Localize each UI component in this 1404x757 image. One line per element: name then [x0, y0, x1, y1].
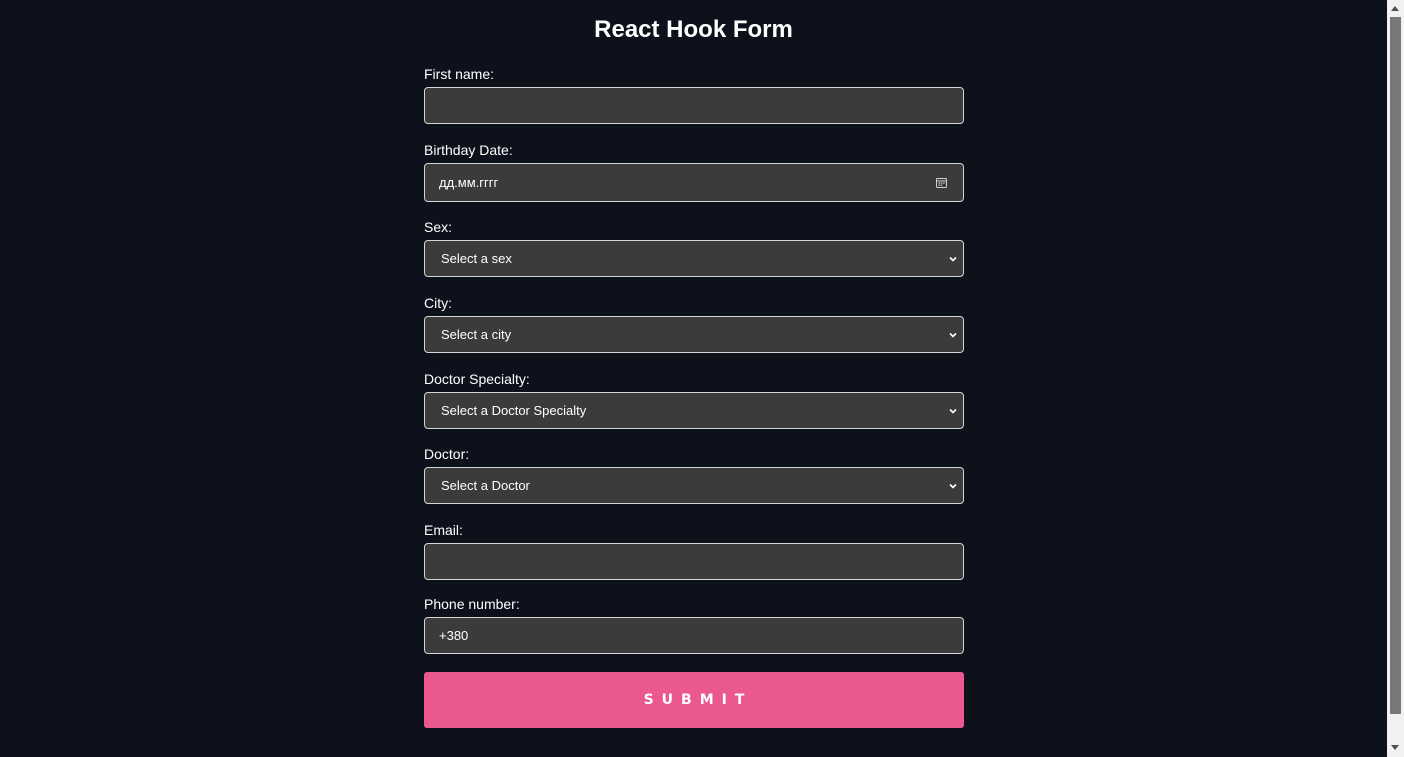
- scroll-up-arrow-icon[interactable]: [1391, 6, 1399, 11]
- city-label: City:: [424, 295, 452, 311]
- email-field: Email:: [424, 522, 964, 580]
- chevron-down-icon: [949, 483, 957, 489]
- chevron-down-icon: [949, 332, 957, 338]
- first-name-field: First name:: [424, 66, 964, 124]
- chevron-down-icon: [949, 408, 957, 414]
- phone-field: Phone number: +380: [424, 596, 964, 654]
- doctor-select[interactable]: Select a Doctor: [424, 467, 964, 504]
- city-field: City: Select a city: [424, 295, 964, 353]
- city-select[interactable]: Select a city: [424, 316, 964, 353]
- scrollbar[interactable]: [1387, 0, 1404, 757]
- first-name-label: First name:: [424, 66, 495, 82]
- email-input[interactable]: [424, 543, 964, 580]
- form-page: React Hook Form First name: Birthday Dat…: [0, 0, 1387, 757]
- sex-select[interactable]: Select a sex: [424, 240, 964, 277]
- email-label: Email:: [424, 522, 463, 538]
- specialty-select[interactable]: Select a Doctor Specialty: [424, 392, 964, 429]
- specialty-label: Doctor Specialty:: [424, 371, 530, 387]
- doctor-label: Doctor:: [424, 446, 470, 462]
- scroll-thumb[interactable]: [1390, 17, 1401, 714]
- sex-label: Sex:: [424, 219, 453, 235]
- doctor-field: Doctor: Select a Doctor: [424, 446, 964, 504]
- phone-input[interactable]: +380: [424, 617, 964, 654]
- scroll-down-arrow-icon[interactable]: [1391, 745, 1399, 750]
- birthday-field: Birthday Date: дд.мм.гггг: [424, 142, 964, 202]
- birthday-label: Birthday Date:: [424, 142, 513, 158]
- calendar-icon[interactable]: [936, 177, 947, 188]
- birthday-input[interactable]: дд.мм.гггг: [424, 163, 964, 202]
- submit-button[interactable]: SUBMIT: [424, 672, 964, 728]
- sex-field: Sex: Select a sex: [424, 219, 964, 277]
- first-name-input[interactable]: [424, 87, 964, 124]
- specialty-field: Doctor Specialty: Select a Doctor Specia…: [424, 371, 964, 429]
- birthday-placeholder: дд.мм.гггг: [439, 175, 499, 190]
- phone-label: Phone number:: [424, 596, 520, 612]
- phone-value: +380: [439, 628, 469, 643]
- page-title: React Hook Form: [594, 16, 793, 43]
- chevron-down-icon: [949, 256, 957, 262]
